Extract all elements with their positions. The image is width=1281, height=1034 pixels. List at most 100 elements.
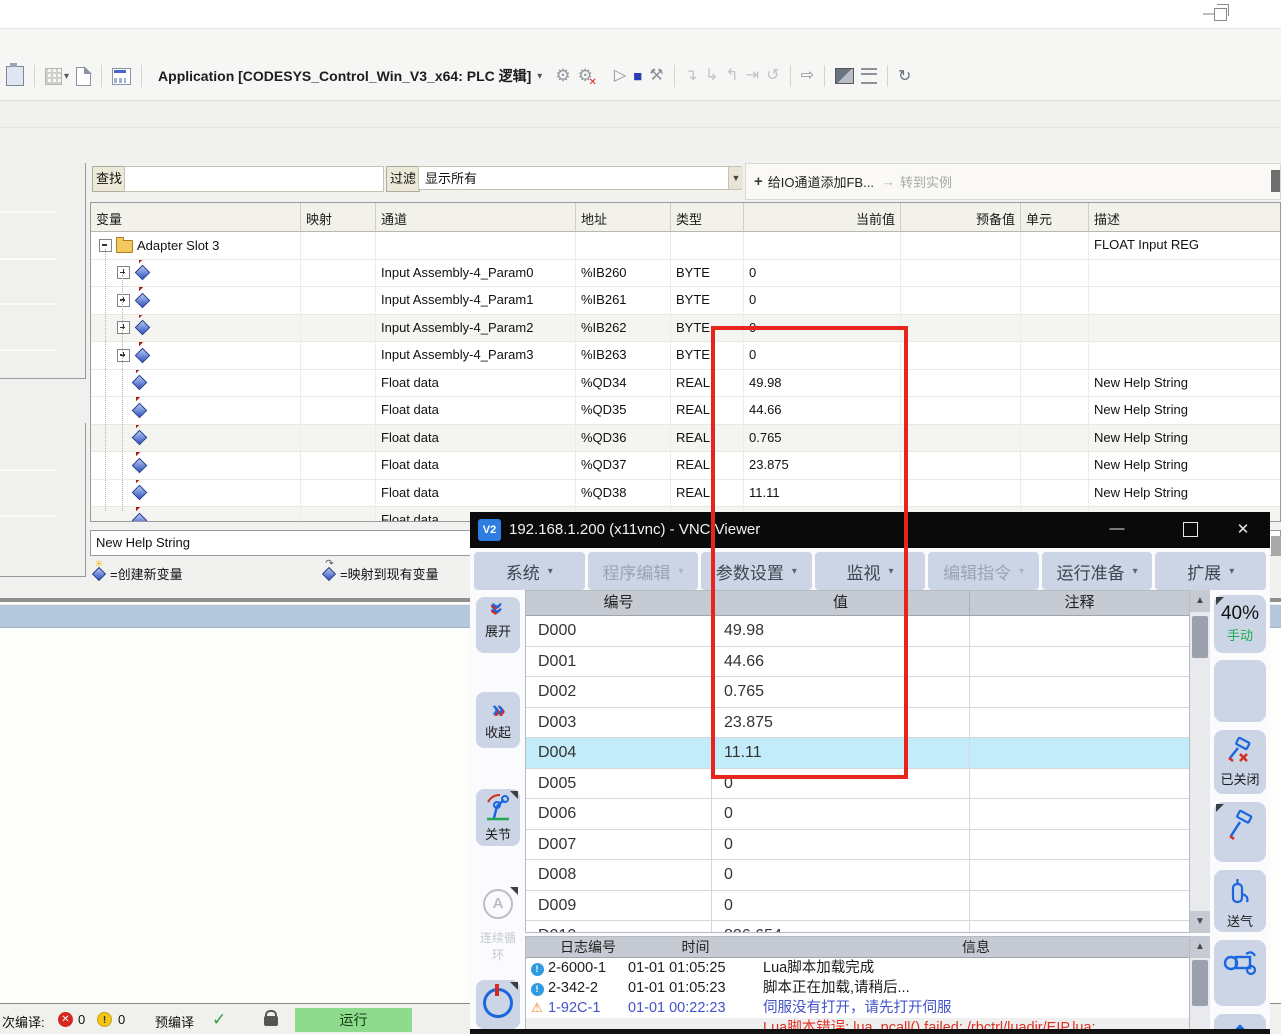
tool-closed-button[interactable]: 已关闭 [1214,730,1266,794]
scroll-thumb[interactable] [1192,616,1208,658]
filter-dropdown-icon[interactable]: ▼ [728,167,743,189]
reset-icon[interactable]: ↺ [766,68,779,84]
tool-off-icon [1226,736,1254,764]
monitor-row[interactable]: D0070 [526,830,1189,861]
watch-list-icon[interactable] [861,68,877,84]
tree-connector [122,275,123,511]
menu-program-edit[interactable]: 程序编辑▾ [588,552,699,590]
menu-edit-instruction[interactable]: 编辑指令▾ [928,552,1039,590]
log-scrollbar[interactable]: ▲ [1190,936,1210,1034]
build-icon[interactable] [112,68,131,85]
table-row[interactable]: Input Assembly-4_Param0 %IB260 BYTE 0 [91,260,1280,288]
expand-expander-icon[interactable] [117,266,130,279]
next-statement-icon[interactable]: ⇨ [801,68,814,84]
col-description[interactable]: 描述 [1089,203,1280,231]
paste-icon[interactable] [6,66,24,86]
col-number[interactable]: 编号 [526,591,712,615]
table-row[interactable]: Input Assembly-4_Param2 %IB262 BYTE 0 [91,315,1280,343]
blank-button[interactable] [1214,660,1266,722]
start-icon[interactable]: ▷ [614,68,626,84]
log-header-row: 日志编号 时间 信息 [526,937,1189,958]
library-button[interactable]: ▾ [45,68,69,85]
scroll-thumb[interactable] [1192,960,1208,1006]
expand-expander-icon[interactable] [117,349,130,362]
speed-value: 40% [1214,603,1266,625]
step-over-icon[interactable]: ↴ [685,68,698,84]
monitor-row[interactable]: D0060 [526,799,1189,830]
joint-mode-button[interactable]: 关节 [476,789,520,846]
stop-icon[interactable]: ■ [633,68,642,85]
display-mode-icon[interactable] [835,68,854,84]
refresh-icon[interactable]: ↻ [898,66,911,86]
col-log-message[interactable]: 信息 [763,937,1189,957]
col-channel[interactable]: 通道 [376,203,576,231]
table-row[interactable]: Float data %QD36 REAL 0.765 New Help Str… [91,425,1280,453]
monitor-scrollbar[interactable]: ▲ ▼ [1190,590,1210,933]
col-mapping[interactable]: 映射 [301,203,376,231]
monitor-row[interactable]: D0090 [526,891,1189,922]
col-prepared-value[interactable]: 预备值 [901,203,1021,231]
expand-expander-icon[interactable] [117,321,130,334]
logout-icon[interactable]: ⚙✕ [578,66,593,86]
gas-button[interactable]: 送气 [1214,870,1266,932]
table-row[interactable]: Float data %QD38 REAL 11.11 New Help Str… [91,480,1280,508]
restore-button[interactable] [1209,2,1239,26]
col-current-value[interactable]: 当前值 [744,203,901,231]
table-row[interactable]: Float data %QD34 REAL 49.98 New Help Str… [91,370,1280,398]
vnc-maximize-button[interactable] [1183,522,1198,537]
step-out-icon[interactable]: ↰ [725,68,738,84]
step-into-icon[interactable]: ↳ [705,68,718,84]
expand-button[interactable]: » 展开 [476,597,520,653]
expand-expander-icon[interactable] [117,294,130,307]
monitor-row[interactable]: D010826.654 [526,921,1189,933]
create-variable-label: =创建新变量 [110,564,183,583]
variable-icon [132,485,148,501]
log-row[interactable]: ! 2-6000-1 01-01 01:05:25 Lua脚本加载完成 [526,958,1189,978]
wrench-icon[interactable]: ⚒ [649,68,663,84]
speed-button[interactable]: 40% 手动 [1214,595,1266,653]
table-row[interactable]: Input Assembly-4_Param3 %IB263 BYTE 0 [91,342,1280,370]
col-address[interactable]: 地址 [576,203,671,231]
table-row[interactable]: Input Assembly-4_Param1 %IB261 BYTE 0 [91,287,1280,315]
table-row[interactable]: Adapter Slot 3 FLOAT Input REG [91,232,1280,260]
vnc-minimize-button[interactable]: — [1100,520,1134,537]
vnc-close-button[interactable]: ✕ [1226,520,1260,538]
scroll-down-icon[interactable]: ▼ [1190,911,1210,933]
gripper-button[interactable] [1214,940,1266,1006]
table-row[interactable]: Float data %QD35 REAL 44.66 New Help Str… [91,397,1280,425]
monitor-row[interactable]: D0080 [526,860,1189,891]
continuous-loop-button[interactable]: A 连续循环 [476,885,520,957]
table-header-row: 变量 映射 通道 地址 类型 当前值 预备值 单元 描述 [91,203,1280,232]
col-log-id[interactable]: 日志编号 [548,937,628,957]
menu-extend[interactable]: 扩展▾ [1155,552,1266,590]
col-type[interactable]: 类型 [671,203,744,231]
col-unit[interactable]: 单元 [1021,203,1089,231]
table-row[interactable]: Float data %QD37 REAL 23.875 New Help St… [91,452,1280,480]
application-selector-label: Application [CODESYS_Control_Win_V3_x64:… [158,66,531,86]
menu-run-prepare[interactable]: 运行准备▾ [1042,552,1153,590]
find-input[interactable] [124,166,384,192]
filter-select[interactable]: 显示所有 [418,166,742,190]
power-button[interactable] [476,980,520,1029]
scroll-up-icon[interactable]: ▲ [1190,936,1210,958]
tool-button[interactable] [1214,802,1266,862]
col-log-time[interactable]: 时间 [628,937,763,957]
collapse-button[interactable]: » 收起 [476,692,520,748]
col-comment[interactable]: 注释 [970,591,1189,615]
new-file-icon[interactable] [76,67,91,86]
separator [34,65,35,87]
login-icon[interactable]: ⚙ [555,66,570,86]
scroll-up-icon[interactable]: ▲ [1190,590,1210,612]
clipped-scrollbar [1271,536,1281,556]
log-row[interactable]: ! 2-342-2 01-01 01:05:23 脚本正在加载,请稍后... [526,978,1189,998]
log-row[interactable]: ⚠ 1-92C-1 01-01 00:22:23 伺服没有打开，请先打开伺服 [526,998,1189,1018]
run-to-cursor-icon[interactable]: ⇥ [746,68,759,84]
run-status-badge: 运行 [295,1008,412,1032]
application-selector[interactable]: Application [CODESYS_Control_Win_V3_x64:… [158,66,542,86]
menu-system[interactable]: 系统▾ [474,552,585,590]
clipped-toolbar-icon [1271,170,1280,192]
goto-arrow-icon: → [882,174,895,189]
col-variable[interactable]: 变量 [91,203,301,231]
goto-instance-button[interactable]: → 转到实例 [882,172,952,191]
add-fb-button[interactable]: + 给IO通道添加FB... [754,172,874,191]
